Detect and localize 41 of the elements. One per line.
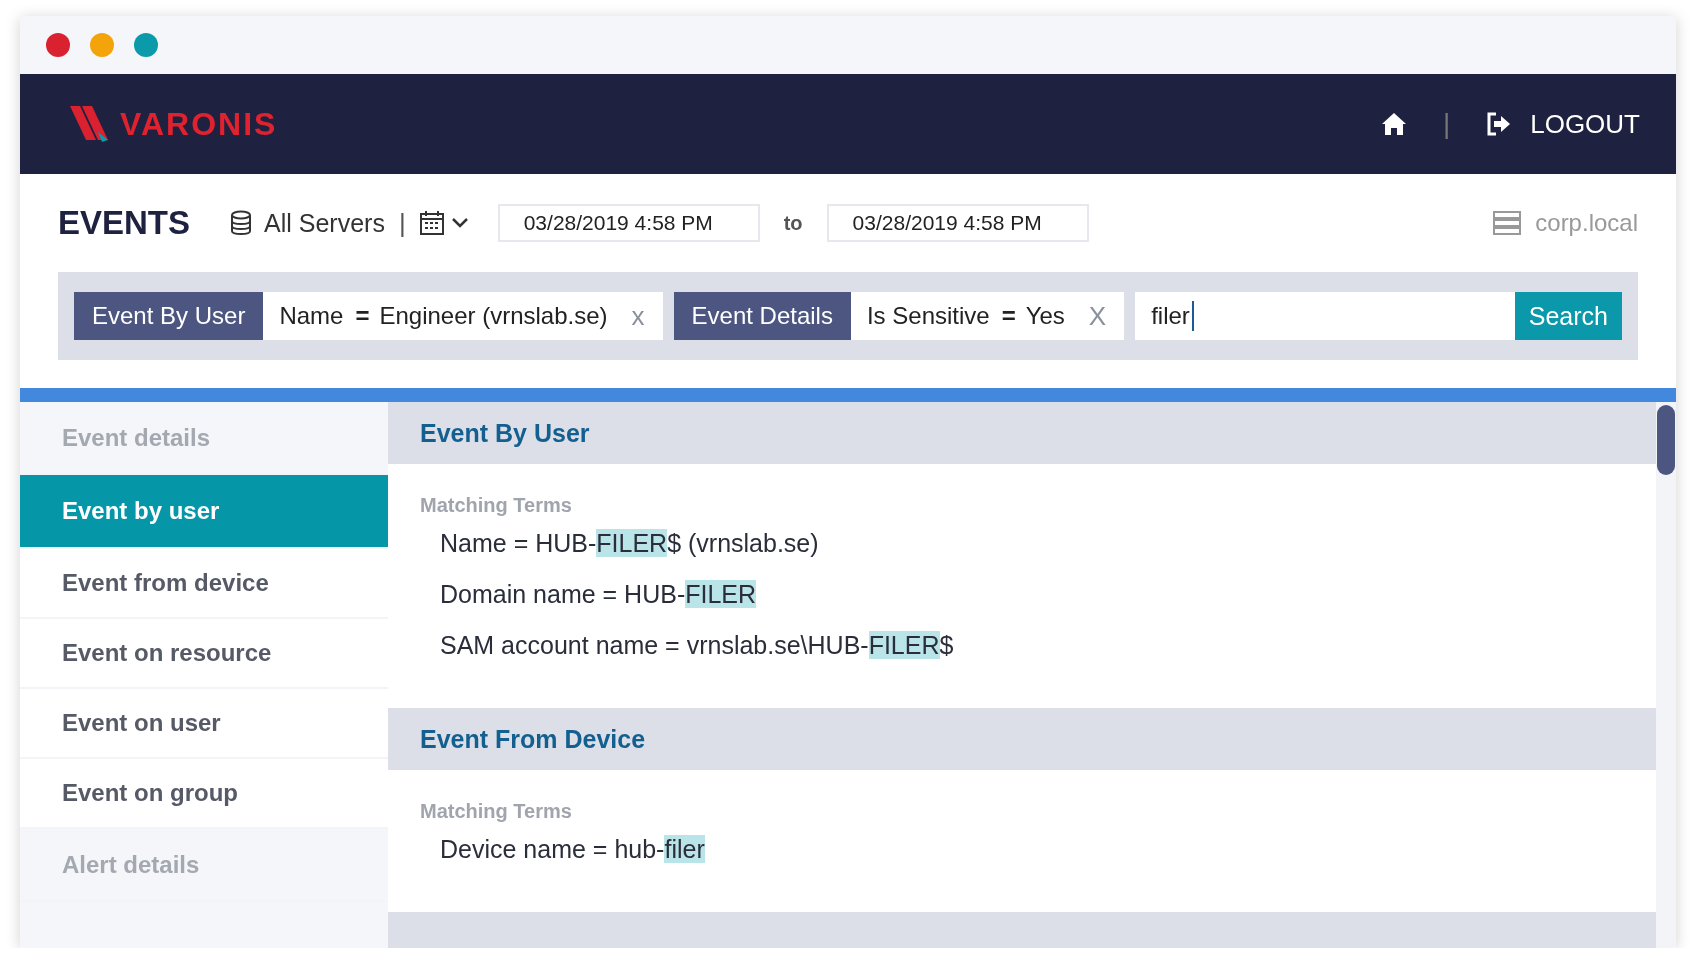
section-header: Event From Device — [388, 708, 1656, 770]
separator: | — [1442, 108, 1451, 140]
home-icon — [1380, 112, 1407, 136]
sidebar-item[interactable]: Event on user — [20, 689, 388, 759]
server-selector[interactable]: All Servers — [230, 208, 385, 238]
condition-operator: = — [355, 302, 370, 330]
date-to-field[interactable]: 03/28/2019 4:58 PM — [826, 204, 1089, 242]
sidebar-item[interactable]: Event from device — [20, 549, 388, 619]
text-cursor — [1191, 301, 1194, 331]
condition-value: Engineer (vrnslab.se) — [379, 302, 608, 330]
calendar-icon — [419, 211, 444, 235]
scrollbar-thumb[interactable] — [1657, 405, 1675, 475]
database-icon — [230, 210, 253, 236]
matching-term: Device name = hub-filer — [439, 835, 706, 864]
section-subtitle: Matching Terms — [420, 494, 573, 517]
section-header: Event By User — [388, 402, 1656, 464]
matching-term: Domain name = HUB-FILER — [439, 580, 758, 609]
filter-category: Event Details — [673, 292, 851, 340]
range-label: to — [783, 211, 803, 235]
condition-field: Name — [279, 302, 344, 330]
chevron-down-icon — [451, 218, 468, 228]
domain-label: corp.local — [1535, 209, 1638, 237]
date-from-field[interactable]: 03/28/2019 4:58 PM — [497, 204, 760, 242]
window-control[interactable] — [134, 33, 158, 57]
condition-value: Yes — [1025, 302, 1065, 330]
condition-operator: = — [1001, 302, 1016, 330]
section-subtitle: Matching Terms — [420, 800, 573, 823]
condition-field: Is Sensitive — [866, 302, 990, 330]
filter-category: Event By User — [74, 292, 264, 340]
sidebar-item[interactable]: Event on resource — [20, 619, 388, 689]
sidebar-item[interactable]: Event by user — [20, 475, 388, 549]
logout-button[interactable]: LOGOUT — [1486, 108, 1640, 140]
server-icon — [1493, 211, 1522, 235]
separator: | — [398, 207, 406, 239]
matching-term: SAM account name = vrnslab.se\HUB-FILER$ — [439, 631, 955, 660]
sidebar-item[interactable]: Event on group — [20, 759, 388, 829]
logo-text: VARONIS — [120, 105, 278, 143]
window-control[interactable] — [46, 33, 70, 57]
page-title: EVENTS — [58, 204, 191, 242]
matching-term: Name = HUB-FILER$ (vrnslab.se) — [439, 529, 820, 558]
date-range-button[interactable] — [419, 211, 468, 235]
